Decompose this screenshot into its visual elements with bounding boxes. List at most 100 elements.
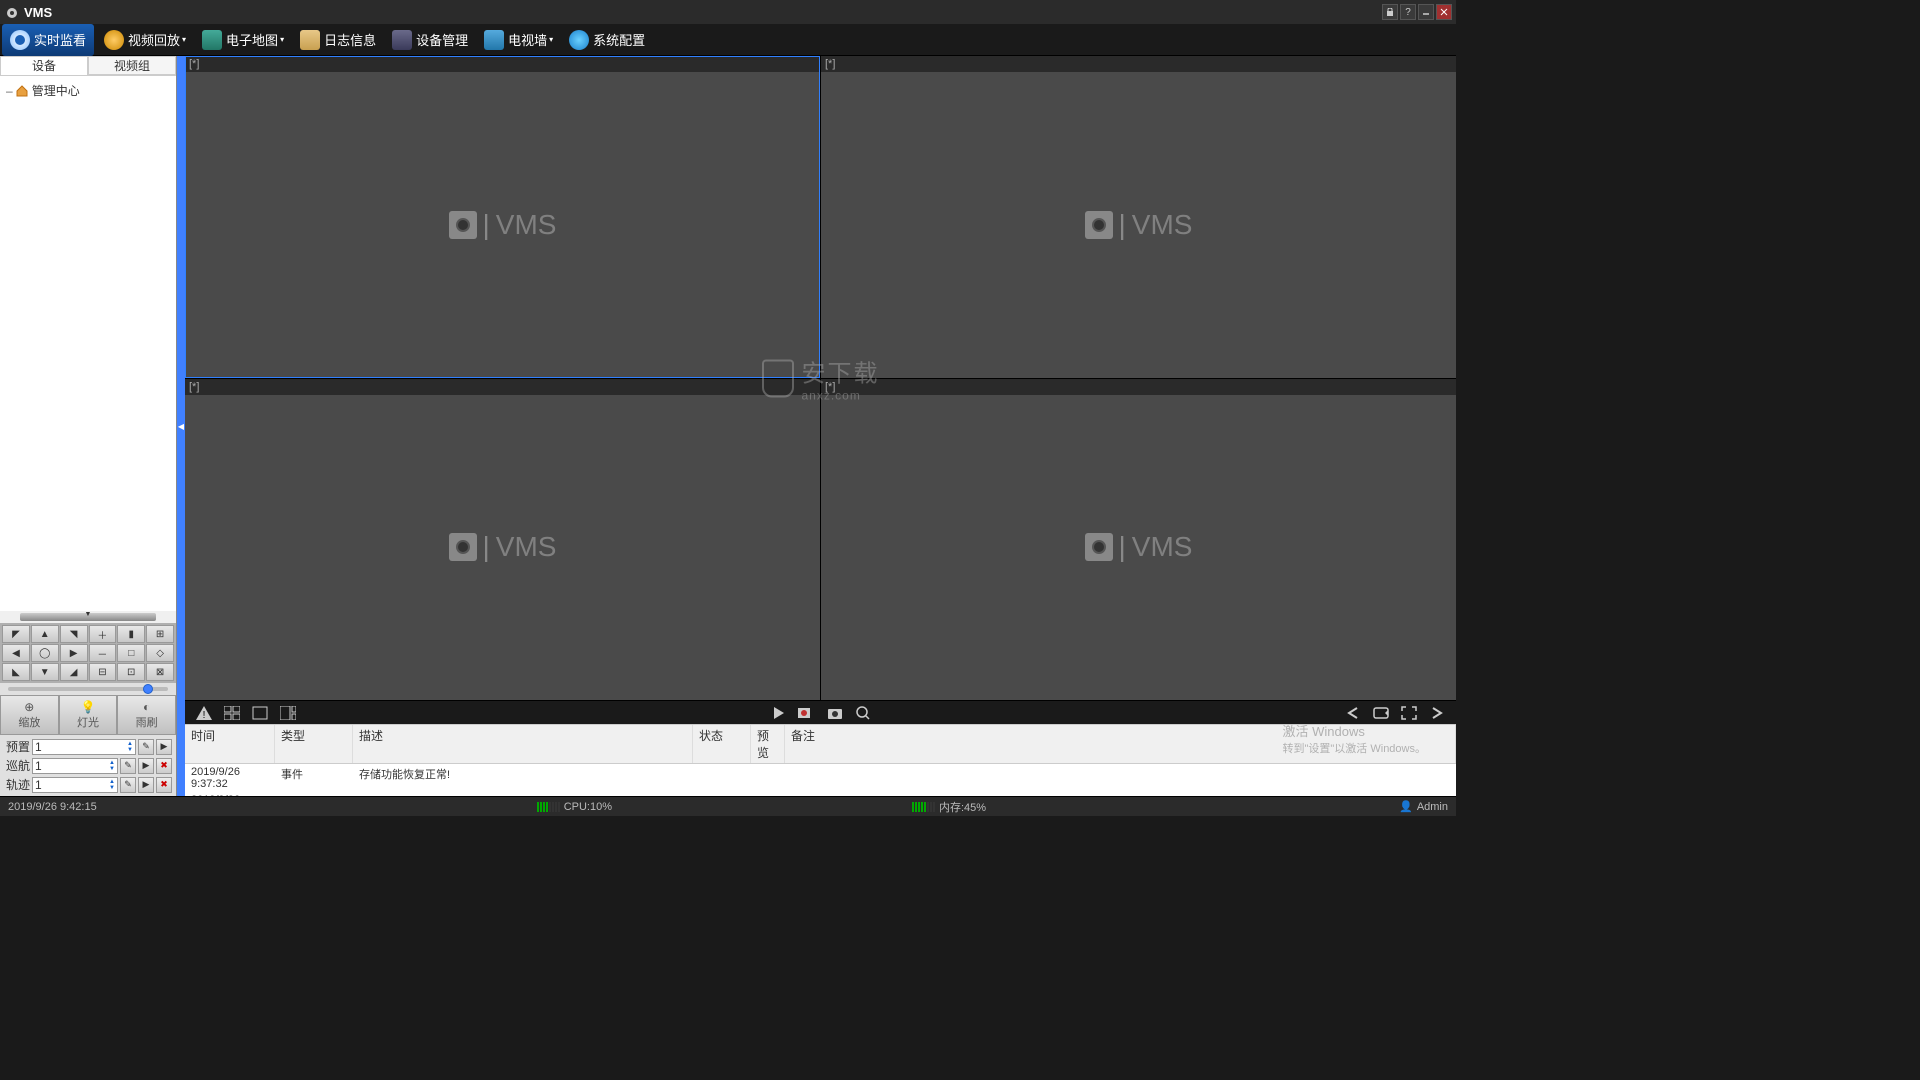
chevron-down-icon: ▾ xyxy=(549,35,553,44)
status-memory: 内存:45% xyxy=(912,799,986,815)
next-page-button[interactable] xyxy=(1426,703,1448,723)
video-cell-2[interactable]: [*] |VMS xyxy=(821,56,1456,378)
tab-log[interactable]: 日志信息 xyxy=(292,24,384,56)
camera-placeholder-icon xyxy=(449,533,477,561)
mem-meter-icon xyxy=(912,802,935,812)
ptz-down-left[interactable]: ◣ xyxy=(2,663,30,681)
sidetab-devices[interactable]: 设备 xyxy=(0,56,88,75)
camera-placeholder-icon xyxy=(1085,211,1113,239)
ptz-right[interactable]: ▶ xyxy=(60,644,88,662)
tree-collapse-handle[interactable] xyxy=(20,613,156,621)
track-edit-button[interactable]: ✎ xyxy=(120,777,136,793)
cruise-input[interactable]: 1▲▼ xyxy=(32,758,118,774)
track-play-button[interactable]: ▶ xyxy=(138,777,154,793)
track-delete-button[interactable]: ✖ xyxy=(156,777,172,793)
app-title: VMS xyxy=(24,5,52,20)
alarm-icon[interactable]: ! xyxy=(193,703,215,723)
layout-custom-button[interactable] xyxy=(277,703,299,723)
ptz-down[interactable]: ▼ xyxy=(31,663,59,681)
log-row[interactable]: 2019/9/26 9:37:32 事件 视频转发功能恢复正常! xyxy=(185,792,1456,796)
sidetab-groups[interactable]: 视频组 xyxy=(88,56,176,75)
cruise-edit-button[interactable]: ✎ xyxy=(120,758,136,774)
gear-icon xyxy=(569,30,589,50)
cruise-play-button[interactable]: ▶ xyxy=(138,758,154,774)
tab-playback[interactable]: 视频回放▾ xyxy=(96,24,194,56)
minimize-button[interactable] xyxy=(1418,4,1434,20)
track-input[interactable]: 1▲▼ xyxy=(32,777,118,793)
video-cell-4[interactable]: [*] |VMS xyxy=(821,379,1456,701)
ptz-focus-far[interactable]: □ xyxy=(117,644,145,662)
ptz-iris-close[interactable]: ◇ xyxy=(146,644,174,662)
close-button[interactable] xyxy=(1436,4,1452,20)
preset-edit-button[interactable]: ✎ xyxy=(138,739,154,755)
cruise-delete-button[interactable]: ✖ xyxy=(156,758,172,774)
ptz-zoom-in[interactable]: ＋ xyxy=(89,625,117,643)
snapshot-button[interactable] xyxy=(824,703,846,723)
ptz-focus-near[interactable]: ▮ xyxy=(117,625,145,643)
chevron-down-icon: ▾ xyxy=(182,35,186,44)
tvwall-icon xyxy=(484,30,504,50)
main-toolbar: 实时监看 视频回放▾ 电子地图▾ 日志信息 设备管理 电视墙▾ 系统配置 xyxy=(0,24,1456,56)
ptz-stop[interactable]: ◯ xyxy=(31,644,59,662)
ptz-up-right[interactable]: ◥ xyxy=(60,625,88,643)
ptz-control-grid: ◤ ▲ ◥ ＋ ▮ ⊞ ◀ ◯ ▶ － □ ◇ ◣ ▼ ◢ ⊟ ⊡ ⊠ xyxy=(0,623,176,683)
user-icon: 👤 xyxy=(1399,800,1413,813)
app-logo-icon xyxy=(4,4,20,20)
camera-placeholder-icon xyxy=(449,211,477,239)
zoom-button[interactable] xyxy=(852,703,874,723)
ptz-tab-wiper[interactable]: ◐雨刷 xyxy=(117,695,176,735)
log-row[interactable]: 2019/9/26 9:37:32 事件 存储功能恢复正常! xyxy=(185,764,1456,792)
statusbar: 2019/9/26 9:42:15 CPU:10% 内存:45% 👤 Admin xyxy=(0,796,1456,816)
ptz-aux1[interactable]: ⊟ xyxy=(89,663,117,681)
ptz-down-right[interactable]: ◢ xyxy=(60,663,88,681)
ptz-aux2[interactable]: ⊡ xyxy=(117,663,145,681)
vms-placeholder: |VMS xyxy=(1085,531,1193,563)
ptz-zoom-out[interactable]: － xyxy=(89,644,117,662)
ptz-tab-zoom[interactable]: ⊕缩放 xyxy=(0,695,59,735)
sidebar: 设备 视频组 ‒ 管理中心 ◤ ▲ ◥ ＋ ▮ ⊞ ◀ ◯ ▶ － □ ◇ ◣ … xyxy=(0,56,177,796)
tab-tvwall[interactable]: 电视墙▾ xyxy=(476,24,561,56)
layout-4-button[interactable] xyxy=(221,703,243,723)
ptz-iris-open[interactable]: ⊞ xyxy=(146,625,174,643)
tab-emap[interactable]: 电子地图▾ xyxy=(194,24,292,56)
loop-button[interactable] xyxy=(1370,703,1392,723)
cruise-row: 巡航 1▲▼ ✎ ▶ ✖ xyxy=(2,756,174,775)
map-icon xyxy=(202,30,222,50)
ptz-up-left[interactable]: ◤ xyxy=(2,625,30,643)
tree-root[interactable]: ‒ 管理中心 xyxy=(4,80,172,101)
help-button[interactable]: ? xyxy=(1400,4,1416,20)
vms-placeholder: |VMS xyxy=(449,209,557,241)
device-tree[interactable]: ‒ 管理中心 xyxy=(0,76,176,611)
tab-live-view[interactable]: 实时监看 xyxy=(2,24,94,56)
ptz-aux3[interactable]: ⊠ xyxy=(146,663,174,681)
ptz-speed-slider[interactable] xyxy=(0,683,176,695)
play-button[interactable] xyxy=(768,703,790,723)
sidebar-collapse-handle[interactable]: ◀ xyxy=(177,56,185,796)
video-cell-3[interactable]: [*] |VMS xyxy=(185,379,820,701)
status-datetime: 2019/9/26 9:42:15 xyxy=(8,801,97,813)
fullscreen-toggle-button[interactable] xyxy=(1398,703,1420,723)
event-log: 时间 类型 描述 状态 预览 备注 2019/9/26 9:37:32 事件 存… xyxy=(185,724,1456,796)
lock-button[interactable] xyxy=(1382,4,1398,20)
fullscreen-button[interactable] xyxy=(249,703,271,723)
preset-call-button[interactable]: ▶ xyxy=(156,739,172,755)
status-user[interactable]: 👤 Admin xyxy=(1399,800,1448,813)
ptz-tab-light[interactable]: 💡灯光 xyxy=(59,695,118,735)
light-icon: 💡 xyxy=(60,700,117,714)
ptz-left[interactable]: ◀ xyxy=(2,644,30,662)
tab-config[interactable]: 系统配置 xyxy=(561,24,653,56)
col-status: 状态 xyxy=(693,725,751,763)
svg-text:!: ! xyxy=(203,710,206,721)
col-note: 备注 xyxy=(785,725,1456,763)
main-area: [*] |VMS [*] |VMS [*] |VMS [*] |VMS 安下载a… xyxy=(185,56,1456,796)
monitor-icon xyxy=(392,30,412,50)
tab-device[interactable]: 设备管理 xyxy=(384,24,476,56)
preset-input[interactable]: 1▲▼ xyxy=(32,739,136,755)
camera-icon xyxy=(10,30,30,50)
record-button[interactable] xyxy=(796,703,818,723)
col-time: 时间 xyxy=(185,725,275,763)
video-cell-1[interactable]: [*] |VMS xyxy=(185,56,820,378)
camera-placeholder-icon xyxy=(1085,533,1113,561)
prev-page-button[interactable] xyxy=(1342,703,1364,723)
ptz-up[interactable]: ▲ xyxy=(31,625,59,643)
